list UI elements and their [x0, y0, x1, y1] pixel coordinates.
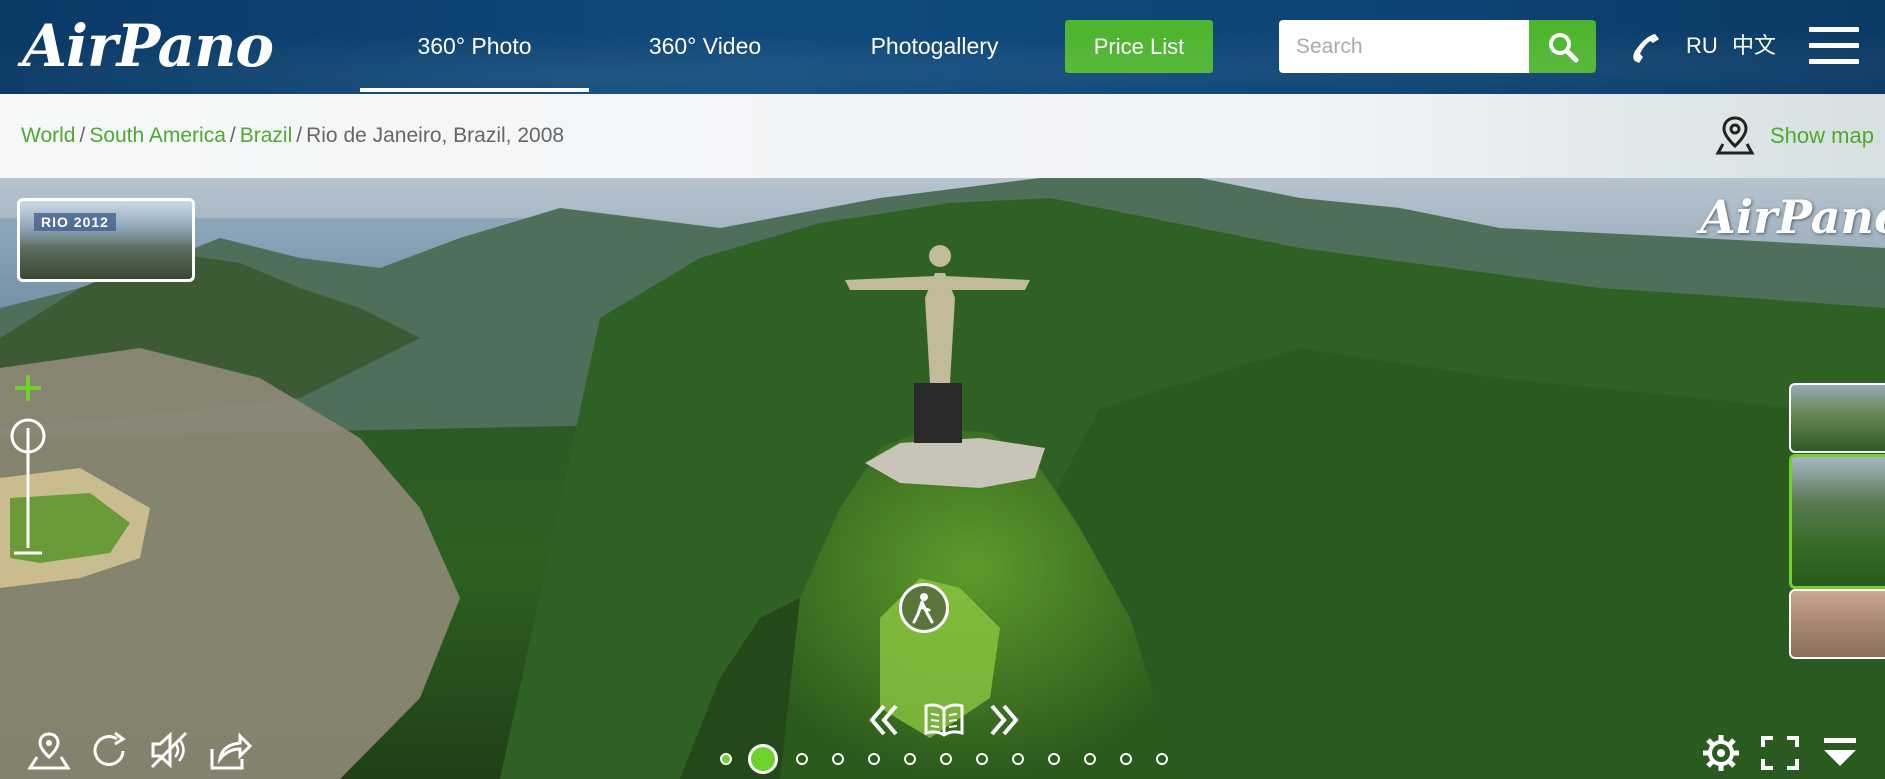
price-list-button[interactable]: Price List — [1065, 20, 1213, 73]
map-pin-icon[interactable] — [1715, 114, 1755, 156]
breadcrumb-separator: / — [79, 124, 86, 147]
breadcrumb-separator: / — [296, 124, 303, 147]
pagination-dot[interactable] — [720, 753, 732, 765]
side-thumbnail-current[interactable] — [1789, 454, 1885, 589]
pagination-dot[interactable] — [796, 753, 808, 765]
breadcrumb-current: Rio de Janeiro, Brazil, 2008 — [306, 124, 565, 147]
featured-thumb-label: RIO 2012 — [34, 213, 116, 231]
pagination-dot[interactable] — [1012, 753, 1024, 765]
panorama-watermark: AirPano — [1700, 190, 1885, 244]
rotate-icon[interactable] — [89, 731, 131, 771]
walk-hotspot-icon[interactable] — [899, 583, 949, 633]
side-thumbnail-next[interactable] — [1789, 589, 1885, 659]
pagination-dot[interactable] — [1120, 753, 1132, 765]
panorama-image — [0, 178, 1885, 779]
nav-tab-photogallery[interactable]: Photogallery — [858, 0, 1011, 94]
breadcrumb-south-america[interactable]: South America — [89, 124, 226, 147]
settings-icon[interactable] — [1701, 733, 1741, 773]
pagination-dot[interactable] — [904, 753, 916, 765]
side-thumbnail-prev[interactable] — [1789, 383, 1885, 453]
search-button[interactable] — [1529, 20, 1596, 73]
breadcrumb: World / South America / Brazil / Rio de Janeir… — [21, 94, 564, 178]
pagination-dot[interactable] — [1084, 753, 1096, 765]
breadcrumb-world[interactable]: World — [21, 124, 75, 147]
search-icon — [1548, 32, 1578, 62]
lang-ru-link[interactable]: RU — [1686, 0, 1718, 94]
pagination-dot[interactable] — [1156, 753, 1168, 765]
panorama-viewer[interactable]: AirPano RIO 2012 — [0, 178, 1885, 779]
site-header: AirPano 360° Photo 360° Video Photogalle… — [0, 0, 1885, 94]
share-icon[interactable] — [208, 731, 252, 771]
pagination-dot-active[interactable] — [748, 744, 778, 774]
panorama-pagination — [720, 744, 1192, 774]
prev-icon[interactable] — [866, 702, 902, 738]
pagination-dot[interactable] — [832, 753, 844, 765]
pagination-dot[interactable] — [976, 753, 988, 765]
pagination-dot[interactable] — [940, 753, 952, 765]
collapse-icon[interactable] — [1820, 736, 1860, 770]
phone-icon[interactable] — [1626, 28, 1666, 68]
breadcrumb-brazil[interactable]: Brazil — [240, 124, 293, 147]
nav-tab-360-video[interactable]: 360° Video — [630, 0, 780, 94]
pagination-dot[interactable] — [1048, 753, 1060, 765]
search-input[interactable] — [1279, 20, 1529, 73]
book-icon[interactable] — [923, 701, 965, 737]
menu-icon[interactable] — [1809, 27, 1859, 67]
sound-off-icon[interactable] — [148, 729, 190, 771]
show-map-link[interactable]: Show map — [1770, 94, 1874, 178]
featured-panorama-thumbnail[interactable]: RIO 2012 — [17, 198, 195, 282]
next-icon[interactable] — [986, 702, 1022, 738]
breadcrumb-separator: / — [229, 124, 236, 147]
nav-tab-360-photo[interactable]: 360° Photo — [360, 0, 589, 94]
zoom-in-icon — [15, 375, 41, 401]
site-logo[interactable]: AirPano — [22, 10, 274, 82]
location-icon[interactable] — [27, 731, 71, 771]
lang-zh-link[interactable]: 中文 — [1732, 0, 1776, 94]
breadcrumb-bar: World / South America / Brazil / Rio de Janeir… — [0, 94, 1885, 178]
pagination-dot[interactable] — [868, 753, 880, 765]
fullscreen-icon[interactable] — [1760, 735, 1800, 771]
zoom-slider[interactable] — [8, 373, 48, 563]
